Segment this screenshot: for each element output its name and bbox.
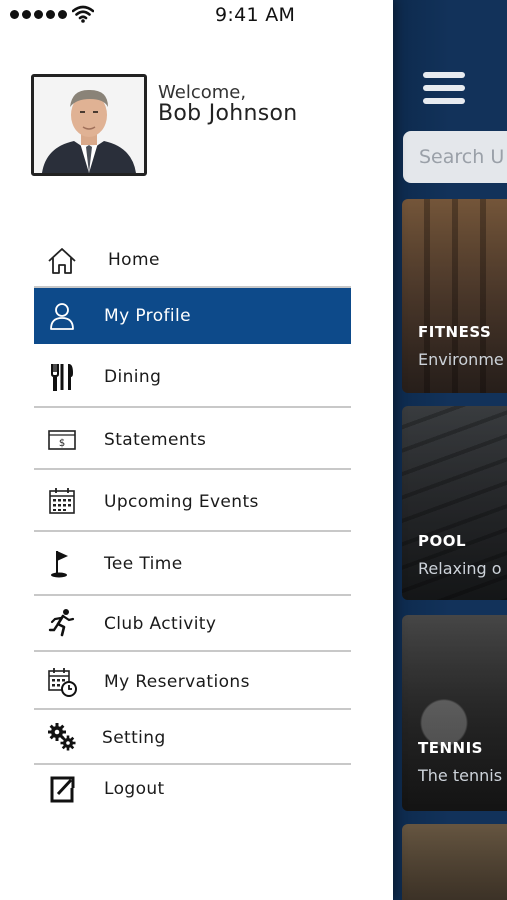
menu-item-setting[interactable]: Setting [34, 710, 351, 765]
card-title: TENNIS [418, 739, 483, 757]
facility-card[interactable] [402, 824, 507, 900]
menu-item-label: Logout [104, 779, 165, 799]
menu-item-label: Dining [104, 367, 162, 387]
status-bar: 9:41 AM [0, 0, 393, 32]
card-subtitle: Relaxing o [418, 559, 502, 578]
menu-item-label: Statements [104, 430, 207, 450]
card-subtitle: Environme [418, 350, 504, 369]
menu-item-label: Home [108, 250, 160, 270]
card-title: POOL [418, 532, 467, 550]
avatar[interactable] [31, 74, 147, 176]
menu-item-label: Upcoming Events [104, 492, 259, 512]
menu-item-label: Club Activity [104, 614, 217, 634]
user-icon [46, 300, 78, 332]
menu-item-my-reservations[interactable]: My Reservations [34, 652, 351, 710]
menu-item-tee-time[interactable]: Tee Time [34, 532, 351, 596]
bill-icon: $ [46, 423, 78, 455]
status-time: 9:41 AM [215, 4, 296, 26]
dining-icon [46, 361, 78, 393]
menu-item-statements[interactable]: $ Statements [34, 408, 351, 470]
side-drawer: 9:41 AM Welcome, Bob Johnson Home My Pro… [0, 0, 393, 900]
calendar-icon [46, 485, 78, 517]
card-subtitle: The tennis [418, 766, 503, 785]
menu-item-label: Tee Time [104, 554, 183, 574]
user-name: Bob Johnson [158, 101, 298, 126]
menu-item-club-activity[interactable]: Club Activity [34, 596, 351, 652]
svg-text:$: $ [59, 438, 65, 449]
menu-item-dining[interactable]: Dining [34, 344, 351, 408]
menu-item-label: My Profile [104, 306, 191, 326]
app-screen: Search U FITNESS Environme POOL Relaxing… [0, 0, 507, 900]
welcome-label: Welcome, [158, 82, 247, 103]
hamburger-menu-icon[interactable] [423, 72, 465, 110]
menu-item-upcoming-events[interactable]: Upcoming Events [34, 470, 351, 532]
menu-item-home[interactable]: Home [34, 234, 351, 288]
card-image [402, 824, 507, 900]
menu-item-logout[interactable]: Logout [34, 765, 351, 815]
user-photo [34, 77, 144, 173]
logout-icon [46, 773, 78, 805]
gears-icon [46, 721, 78, 753]
home-icon [46, 245, 78, 277]
menu-item-my-profile[interactable]: My Profile [34, 288, 351, 344]
background-app: Search U FITNESS Environme POOL Relaxing… [393, 0, 507, 900]
card-title: FITNESS [418, 323, 492, 341]
facility-card-fitness[interactable]: FITNESS Environme [402, 199, 507, 393]
menu-item-label: Setting [102, 728, 166, 748]
facility-card-tennis[interactable]: TENNIS The tennis [402, 615, 507, 811]
running-person-icon [46, 607, 78, 639]
menu-item-label: My Reservations [104, 672, 250, 692]
search-input[interactable]: Search U [403, 131, 507, 183]
golf-flag-icon [46, 548, 78, 580]
facility-card-pool[interactable]: POOL Relaxing o [402, 406, 507, 600]
calendar-clock-icon [46, 666, 78, 698]
